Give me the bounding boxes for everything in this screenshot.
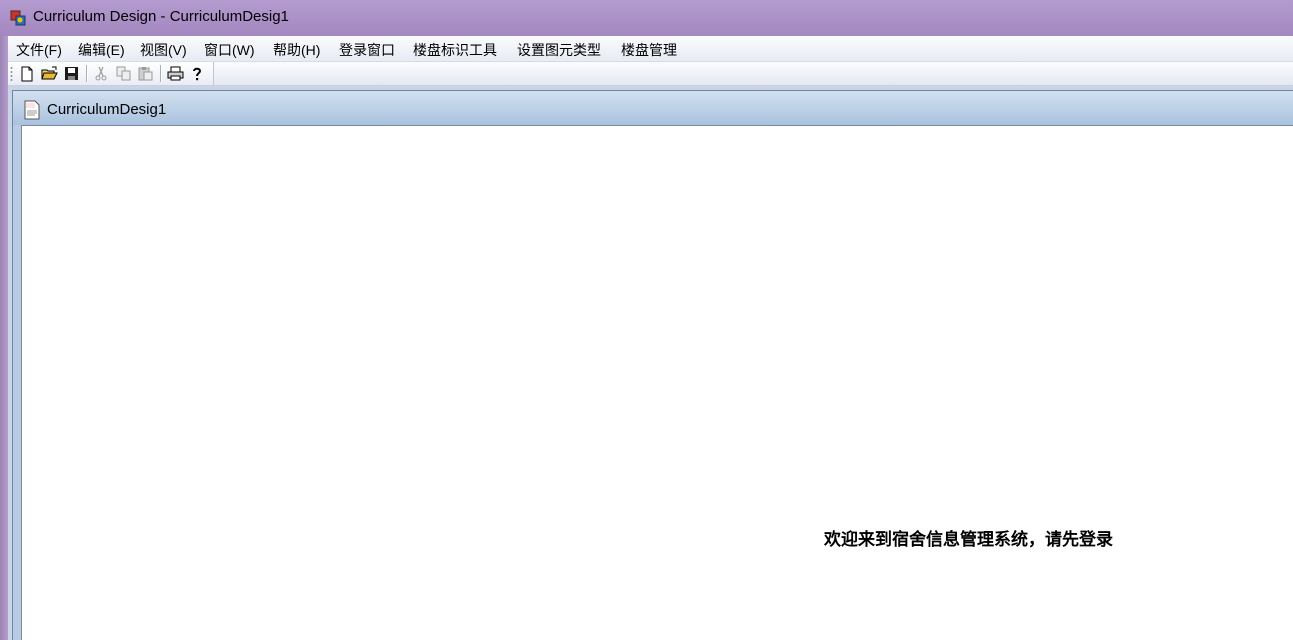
menu-view[interactable]: 视图(V) bbox=[140, 40, 187, 60]
application-window: Curriculum Design - CurriculumDesig1 文件(… bbox=[0, 0, 1293, 640]
welcome-message: 欢迎来到宿舍信息管理系统，请先登录 bbox=[824, 530, 1113, 550]
window-title: Curriculum Design - CurriculumDesig1 bbox=[33, 8, 289, 25]
document-view[interactable]: 欢迎来到宿舍信息管理系统，请先登录 bbox=[21, 125, 1293, 640]
menu-window[interactable]: 窗口(W) bbox=[204, 40, 255, 60]
print-icon bbox=[167, 66, 183, 81]
app-icon bbox=[10, 10, 26, 26]
copy-button[interactable] bbox=[114, 65, 132, 82]
help-button[interactable] bbox=[188, 65, 206, 82]
menu-bar: 文件(F) 编辑(E) 视图(V) 窗口(W) 帮助(H) 登录窗口 楼盘标识工… bbox=[8, 36, 1293, 62]
window-left-border bbox=[0, 36, 8, 640]
new-document-icon bbox=[21, 66, 33, 81]
open-button[interactable] bbox=[40, 65, 58, 82]
standard-toolbar bbox=[8, 62, 214, 85]
menu-file[interactable]: 文件(F) bbox=[16, 40, 62, 60]
paste-icon bbox=[138, 67, 152, 81]
print-button[interactable] bbox=[166, 65, 184, 82]
menu-help[interactable]: 帮助(H) bbox=[273, 40, 320, 60]
save-button[interactable] bbox=[62, 65, 80, 82]
save-icon bbox=[64, 67, 78, 80]
toolbar-grip[interactable] bbox=[10, 66, 13, 81]
menu-building-marker-tool[interactable]: 楼盘标识工具 bbox=[413, 40, 497, 60]
paste-button[interactable] bbox=[136, 65, 154, 82]
menu-building-management[interactable]: 楼盘管理 bbox=[621, 40, 677, 60]
menu-login-window[interactable]: 登录窗口 bbox=[339, 40, 395, 60]
toolbar-separator bbox=[160, 65, 162, 82]
new-button[interactable] bbox=[18, 65, 36, 82]
help-icon bbox=[193, 67, 202, 80]
document-icon bbox=[24, 100, 40, 120]
title-bar[interactable]: Curriculum Design - CurriculumDesig1 bbox=[0, 0, 1293, 36]
document-title: CurriculumDesig1 bbox=[47, 101, 167, 118]
menu-edit[interactable]: 编辑(E) bbox=[78, 40, 125, 60]
menu-set-element-type[interactable]: 设置图元类型 bbox=[517, 40, 601, 60]
copy-icon bbox=[116, 66, 130, 81]
cut-button[interactable] bbox=[92, 65, 110, 82]
cut-icon bbox=[95, 66, 107, 81]
toolbar-separator bbox=[86, 65, 88, 82]
document-title-bar[interactable]: CurriculumDesig1 bbox=[13, 91, 1293, 125]
toolbar bbox=[8, 62, 1293, 86]
open-folder-icon bbox=[40, 66, 58, 80]
document-window: CurriculumDesig1 欢迎来到宿舍信息管理系统，请先登录 bbox=[12, 90, 1293, 640]
